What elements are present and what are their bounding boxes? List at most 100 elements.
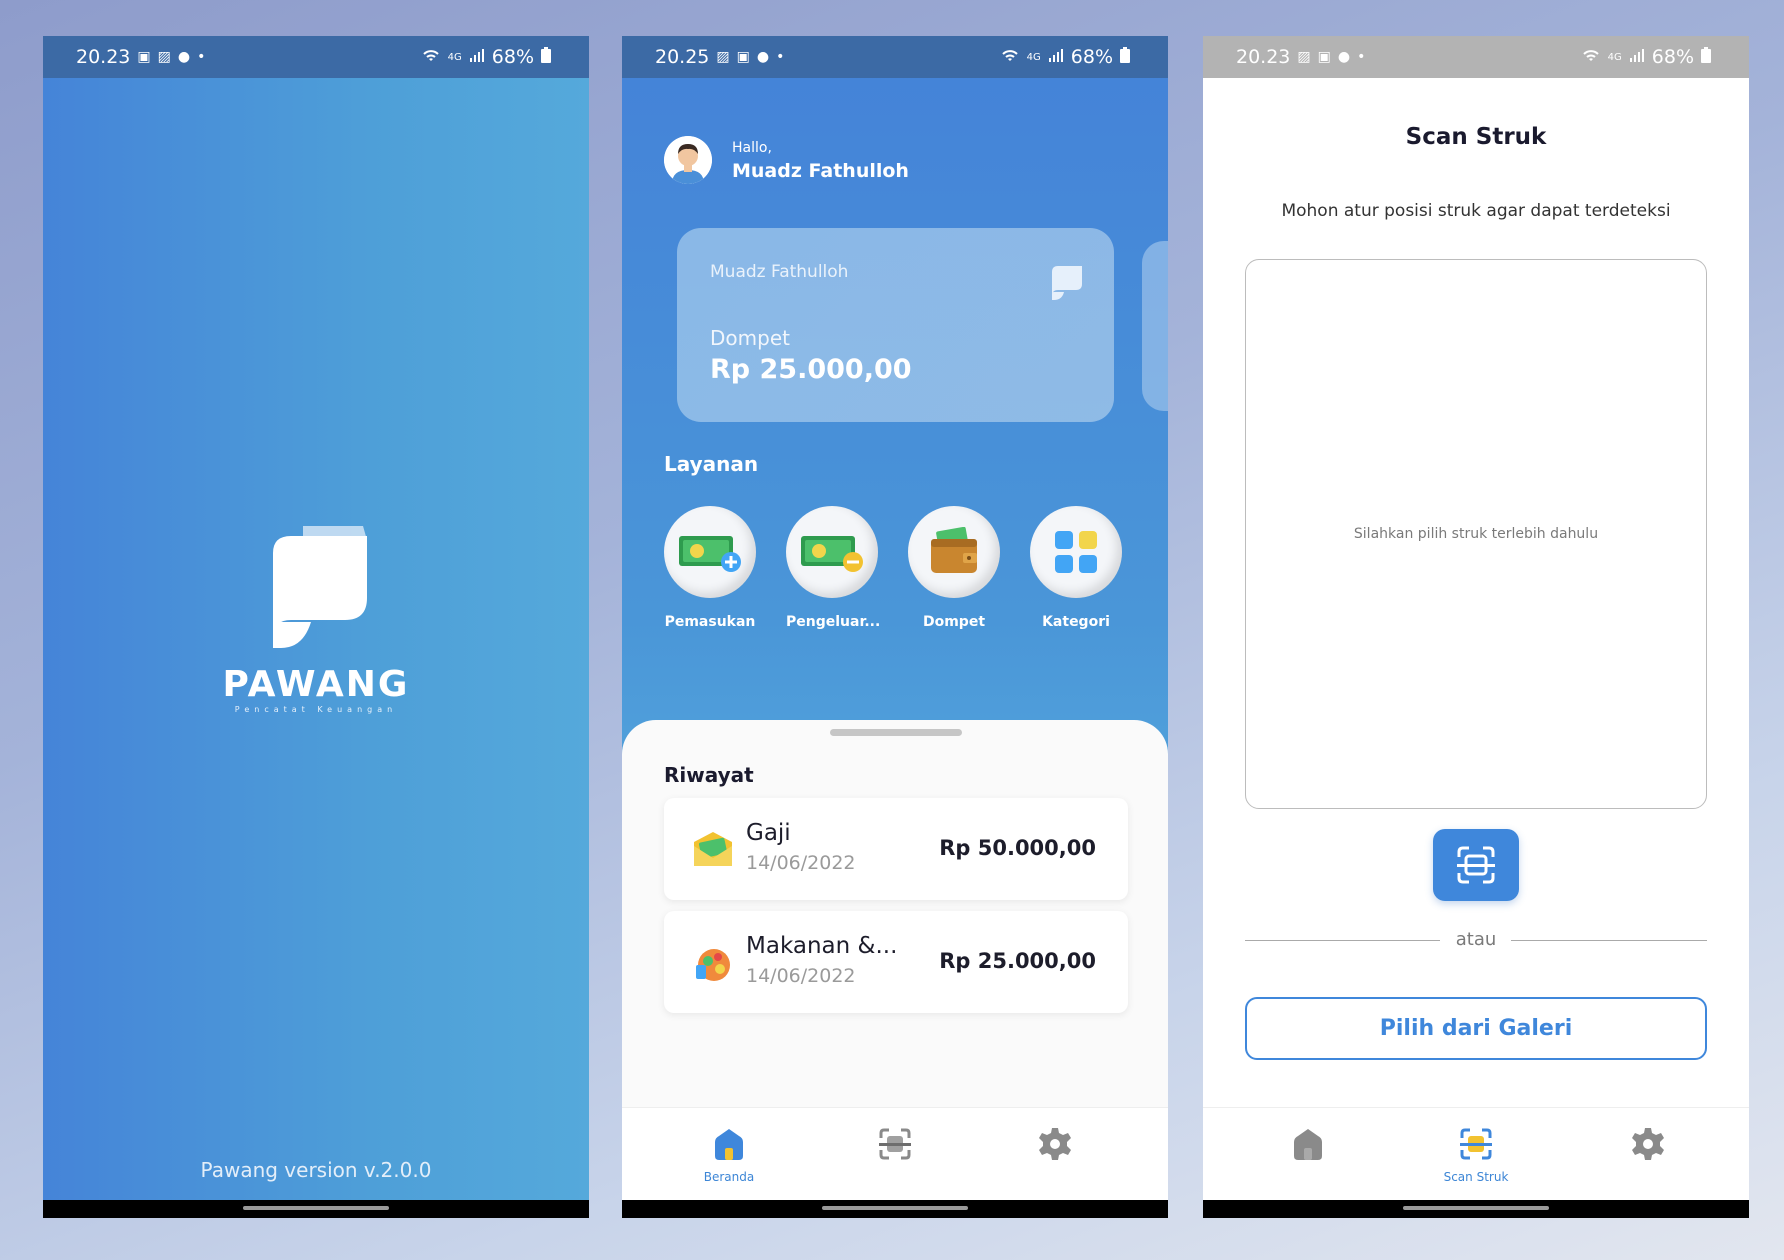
- scan-icon: [1457, 846, 1495, 884]
- tab-beranda[interactable]: Beranda: [669, 1108, 789, 1201]
- whatsapp-icon: ●: [756, 49, 770, 65]
- category-grid-icon: [1055, 531, 1097, 573]
- scan-icon: [879, 1128, 911, 1160]
- calendar-icon: ▣: [736, 49, 750, 65]
- service-dompet[interactable]: Dompet: [908, 506, 1000, 630]
- divider-right: [1511, 940, 1707, 941]
- gear-icon: [1039, 1128, 1071, 1160]
- service-label: Dompet: [922, 614, 986, 630]
- status-bar: 20.23 ▨ ▣ ● • 4G 68%: [1203, 36, 1749, 78]
- service-kategori[interactable]: Kategori: [1030, 506, 1122, 630]
- wallet-owner: Muadz Fathulloh: [710, 262, 849, 282]
- transaction-name: Makanan &...: [746, 933, 898, 959]
- system-nav-bar: [1203, 1200, 1749, 1218]
- home-icon: [1294, 1129, 1322, 1160]
- wifi-icon: [1000, 47, 1020, 67]
- home-gesture-bar[interactable]: [822, 1206, 968, 1210]
- greeting-text: Hallo,: [732, 140, 772, 156]
- salary-envelope-icon: [694, 832, 732, 866]
- page-title: Scan Struk: [1405, 124, 1547, 150]
- sheet-handle[interactable]: [830, 729, 962, 736]
- receipt-preview-frame: Silahkan pilih struk terlebih dahulu: [1245, 259, 1707, 809]
- home-screen: 20.25 ▨ ▣ ● • 4G 68% Hallo, Muadz Fathul…: [622, 36, 1168, 1218]
- services-title: Layanan: [664, 452, 759, 476]
- wallet-card[interactable]: Muadz Fathulloh Dompet Rp 25.000,00: [677, 228, 1114, 422]
- preview-hint: Silahkan pilih struk terlebih dahulu: [1353, 526, 1599, 542]
- network-type: 4G: [1607, 51, 1622, 63]
- transaction-amount: Rp 50.000,00: [939, 836, 1096, 860]
- signal-icon: [1048, 48, 1064, 66]
- calendar-icon: ▣: [1317, 49, 1331, 65]
- user-name: Muadz Fathulloh: [732, 160, 909, 182]
- avatar[interactable]: [664, 136, 712, 184]
- status-time: 20.23: [76, 46, 131, 68]
- battery-icon: [1701, 47, 1711, 67]
- scan-instruction: Mohon atur posisi struk agar dapat terde…: [1281, 201, 1671, 221]
- status-bar: 20.23 ▣ ▨ ● • 4G 68%: [43, 36, 589, 78]
- app-name: PAWANG: [222, 664, 410, 705]
- signal-icon: [469, 48, 485, 66]
- scan-button[interactable]: [1433, 829, 1519, 901]
- splash-screen: 20.23 ▣ ▨ ● • 4G 68% PAWANG Pencatat Keu…: [43, 36, 589, 1218]
- battery-icon: [541, 47, 551, 67]
- wallet-balance: Rp 25.000,00: [710, 354, 912, 385]
- wallet-label: Dompet: [710, 326, 790, 350]
- pawang-logo: [1052, 266, 1082, 300]
- history-title: Riwayat: [664, 763, 754, 787]
- tab-scan[interactable]: [835, 1108, 955, 1201]
- image-icon: ▨: [1297, 49, 1311, 65]
- pawang-logo: [273, 526, 367, 648]
- tab-scan[interactable]: Scan Struk: [1416, 1108, 1536, 1201]
- dot-icon: •: [1357, 49, 1366, 65]
- transaction-name: Gaji: [746, 820, 791, 846]
- tab-label: Beranda: [703, 1170, 755, 1184]
- battery-level: 68%: [491, 46, 534, 68]
- whatsapp-icon: ●: [177, 49, 191, 65]
- transaction-date: 14/06/2022: [746, 965, 856, 987]
- wifi-icon: [1581, 47, 1601, 67]
- tab-beranda[interactable]: [1248, 1108, 1368, 1201]
- service-label: Pengeluar...: [786, 614, 881, 630]
- calendar-icon: ▣: [137, 49, 151, 65]
- battery-level: 68%: [1651, 46, 1694, 68]
- app-version: Pawang version v.2.0.0: [200, 1158, 432, 1182]
- network-type: 4G: [447, 51, 462, 63]
- system-nav-bar: [43, 1200, 589, 1218]
- tab-label: Scan Struk: [1443, 1170, 1509, 1184]
- battery-icon: [1120, 47, 1130, 67]
- food-icon: [696, 949, 730, 981]
- dot-icon: •: [197, 49, 206, 65]
- gear-icon: [1632, 1128, 1664, 1160]
- service-pemasukan[interactable]: Pemasukan: [664, 506, 756, 630]
- app-tagline: Pencatat Keuangan: [234, 705, 398, 714]
- tab-settings[interactable]: [995, 1108, 1115, 1201]
- home-gesture-bar[interactable]: [243, 1206, 389, 1210]
- network-type: 4G: [1026, 51, 1041, 63]
- signal-icon: [1629, 48, 1645, 66]
- system-nav-bar: [622, 1200, 1168, 1218]
- transaction-item[interactable]: Makanan &... 14/06/2022 Rp 25.000,00: [664, 911, 1128, 1013]
- bottom-tab-bar: Scan Struk: [1203, 1107, 1749, 1200]
- home-gesture-bar[interactable]: [1403, 1206, 1549, 1210]
- whatsapp-icon: ●: [1337, 49, 1351, 65]
- dot-icon: •: [776, 49, 785, 65]
- scan-screen: 20.23 ▨ ▣ ● • 4G 68% Scan Struk Mohon at…: [1203, 36, 1749, 1218]
- battery-level: 68%: [1070, 46, 1113, 68]
- home-icon: [715, 1129, 743, 1160]
- scan-icon: [1460, 1128, 1492, 1160]
- status-time: 20.23: [1236, 46, 1291, 68]
- next-wallet-card[interactable]: [1142, 241, 1168, 411]
- wifi-icon: [421, 47, 441, 67]
- transaction-date: 14/06/2022: [746, 852, 856, 874]
- wallet-icon: [931, 527, 977, 573]
- status-bar: 20.25 ▨ ▣ ● • 4G 68%: [622, 36, 1168, 78]
- transaction-item[interactable]: Gaji 14/06/2022 Rp 50.000,00: [664, 798, 1128, 900]
- pick-from-gallery-button[interactable]: Pilih dari Galeri: [1245, 997, 1707, 1060]
- service-label: Pemasukan: [664, 614, 756, 630]
- status-time: 20.25: [655, 46, 710, 68]
- service-pengeluaran[interactable]: Pengeluar...: [786, 506, 881, 630]
- tab-settings[interactable]: [1588, 1108, 1708, 1201]
- transaction-amount: Rp 25.000,00: [939, 949, 1096, 973]
- image-icon: ▨: [716, 49, 730, 65]
- image-icon: ▨: [157, 49, 171, 65]
